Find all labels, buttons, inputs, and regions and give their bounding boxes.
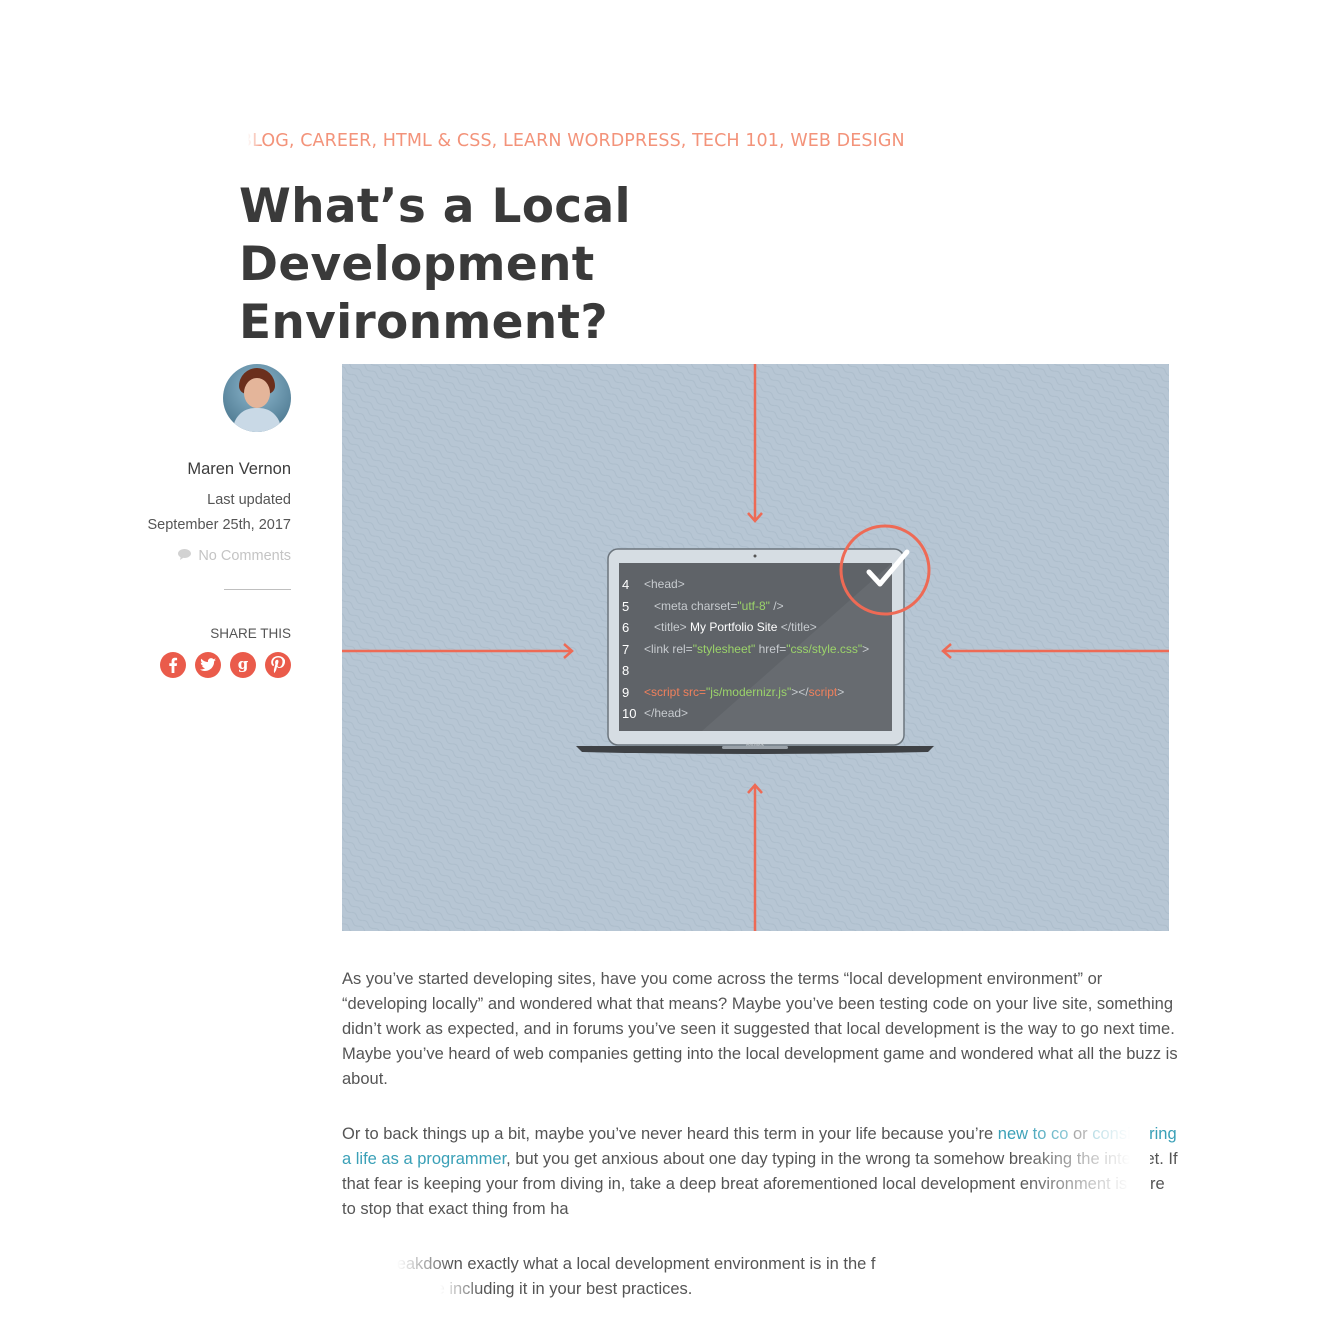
category-link-learn-wordpress[interactable]: LEARN WORDPRESS (503, 131, 681, 151)
share-buttons: g (160, 652, 291, 678)
code-line-number: 8 (622, 663, 630, 678)
code-token: "stylesheet" (692, 641, 756, 656)
code-line: 8 (622, 660, 869, 682)
code-token: > (837, 684, 845, 699)
category-separator: , (288, 131, 301, 151)
category-link-career[interactable]: CAREER (300, 131, 371, 151)
text-fade-overlay-right (900, 1250, 1020, 1306)
p2-text-a: Or to back things up a bit, maybe you’ve… (342, 1125, 998, 1143)
code-token: script (808, 684, 838, 699)
code-line-number: 5 (622, 598, 630, 614)
code-line-number: 4 (622, 577, 630, 592)
code-line: 9 <script src="js/modernizr.js"></script> (622, 682, 869, 704)
code-token: <meta charset= (644, 598, 738, 613)
code-token: href= (755, 641, 787, 656)
post-title-line-1: What’s a Local Development (239, 179, 631, 292)
text-fade-overlay-left-2 (342, 1274, 482, 1304)
speech-bubble-icon (178, 549, 192, 560)
laptop-brand: MacBook (746, 742, 765, 747)
code-line-text: </head> (644, 703, 688, 725)
code-line-text: <link rel="stylesheet" href="css/style.c… (644, 639, 869, 661)
divider (224, 589, 291, 590)
comments-link[interactable]: No Comments (177, 548, 291, 564)
pinterest-icon (271, 656, 285, 673)
code-line-number: 6 (622, 620, 630, 635)
code-token: ></ (791, 684, 809, 699)
category-link-tech-101[interactable]: TECH 101 (692, 131, 779, 151)
category-separator: , (779, 131, 791, 151)
avatar[interactable] (223, 364, 291, 432)
google-plus-icon: g (238, 656, 249, 673)
code-line: 7 <link rel="stylesheet" href="css/style.… (622, 639, 869, 661)
category-separator: , (491, 131, 503, 151)
code-line-text: <meta charset="utf-8" /> (644, 596, 784, 618)
facebook-share-button[interactable] (160, 652, 186, 678)
updated-date: September 25th, 2017 (147, 517, 292, 533)
code-line-number: 10 (622, 706, 637, 721)
avatar-face (244, 378, 270, 408)
code-line-text: <script src="js/modernizr.js"></script> (644, 682, 844, 704)
author-name[interactable]: Maren Vernon (187, 460, 291, 479)
code-token: "js/modernizr.js" (706, 684, 792, 699)
code-token: "css/style.css" (786, 641, 863, 656)
code-token: > (862, 641, 870, 656)
category-link-html-css[interactable]: HTML & CSS (383, 131, 492, 151)
laptop-camera (753, 554, 757, 558)
category-separator: , (680, 131, 693, 151)
svg-text:g: g (238, 656, 249, 673)
google-plus-share-button[interactable]: g (230, 652, 256, 678)
code-token: </head> (644, 706, 689, 720)
code-token: <head> (644, 577, 685, 591)
updated-label: Last updated (207, 492, 291, 508)
code-token: </title> (780, 620, 817, 634)
code-token: My Portfolio Site (686, 620, 781, 634)
code-line: 6 <title> My Portfolio Site </title> (622, 617, 869, 639)
pinterest-share-button[interactable] (265, 652, 291, 678)
category-list: BLOG, CAREER, HTML & CSS, LEARN WORDPRES… (240, 131, 960, 151)
category-link-web-design[interactable]: WEB DESIGN (790, 131, 904, 151)
code-token: <link rel= (644, 641, 693, 656)
code-line: 5 <meta charset="utf-8" /> (622, 596, 869, 618)
code-token: "utf-8" (737, 598, 770, 613)
twitter-share-button[interactable] (195, 652, 221, 678)
share-label: SHARE THIS (210, 626, 291, 641)
category-separator: , (371, 131, 383, 151)
code-token: <script src= (644, 684, 707, 699)
comments-label: No Comments (198, 548, 291, 564)
article-paragraph-1: As you’ve started developing sites, have… (342, 970, 1178, 1088)
code-line-number: 9 (622, 684, 630, 700)
code-line-number: 7 (622, 641, 630, 657)
code-line-text: <title> My Portfolio Site </title> (644, 617, 817, 639)
code-snippet: 4 <head> 5 <meta charset="utf-8" /> 6 <titl… (622, 574, 869, 725)
twitter-icon (200, 658, 216, 671)
text-fade-overlay (1020, 1118, 1150, 1228)
category-fade (240, 131, 262, 151)
code-token: <title> (644, 620, 687, 634)
code-line-text: <head> (644, 574, 685, 596)
code-line: 4 <head> (622, 574, 869, 596)
post-title: What’s a Local Development Environment? (239, 178, 999, 352)
code-line: 10 </head> (622, 703, 869, 725)
post-title-line-2: Environment? (239, 295, 608, 350)
avatar-shirt (233, 408, 281, 432)
facebook-icon (169, 657, 178, 673)
code-token: /> (769, 598, 784, 613)
